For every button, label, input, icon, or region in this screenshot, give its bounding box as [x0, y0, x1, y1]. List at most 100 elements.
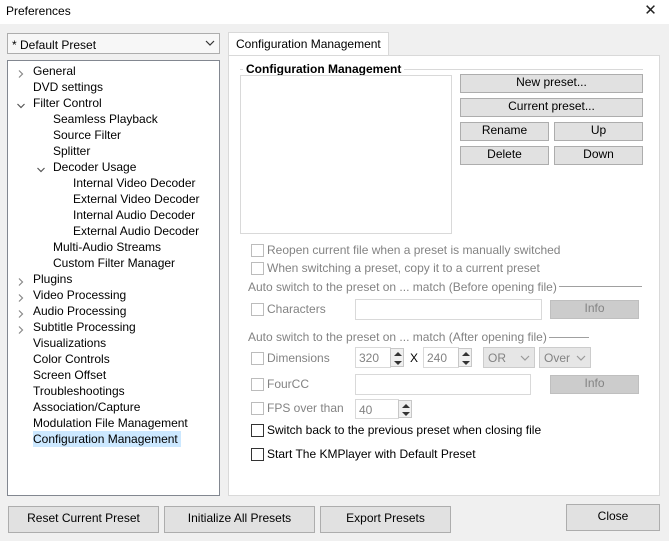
preset-list[interactable]	[240, 75, 452, 234]
tree-item[interactable]: Configuration Management	[33, 431, 181, 447]
fourcc-info-button[interactable]: Info	[550, 375, 639, 394]
initialize-button-label: Initialize All Presets	[187, 511, 292, 525]
close-button[interactable]: Close	[566, 504, 660, 531]
tree-item[interactable]: Modulation File Management	[33, 415, 188, 431]
tree-item[interactable]: Screen Offset	[33, 367, 106, 383]
tree-item[interactable]: Source Filter	[53, 127, 121, 143]
chevron-right-icon[interactable]	[17, 291, 25, 302]
height-value: 240	[427, 351, 448, 365]
dimensions-checkbox[interactable]	[251, 352, 264, 365]
preset-select[interactable]: * Default Preset	[7, 33, 220, 54]
after-section-title: Auto switch to the preset on ... match (…	[248, 330, 549, 344]
tree-item[interactable]: General	[33, 63, 76, 79]
tree-item[interactable]: Association/Capture	[33, 399, 140, 415]
tree-item[interactable]: Internal Video Decoder	[73, 175, 196, 191]
tree-item[interactable]: Subtitle Processing	[33, 319, 136, 335]
tab-configuration-management[interactable]: Configuration Management	[228, 32, 389, 56]
switch-back-label: Switch back to the previous preset when …	[267, 423, 542, 437]
up-button[interactable]: Up	[554, 122, 643, 141]
start-default-label: Start The KMPlayer with Default Preset	[267, 447, 476, 461]
tree-item[interactable]: Color Controls	[33, 351, 110, 367]
tree-item[interactable]: Splitter	[53, 143, 90, 159]
tree-item[interactable]: External Audio Decoder	[73, 223, 199, 239]
tree-item[interactable]: Filter Control	[33, 95, 102, 111]
export-presets-button[interactable]: Export Presets	[320, 506, 451, 533]
chevron-right-icon[interactable]	[17, 67, 25, 78]
delete-button[interactable]: Delete	[460, 146, 549, 165]
fourcc-checkbox[interactable]	[251, 378, 264, 391]
width-spinner[interactable]	[390, 348, 404, 367]
tree-item[interactable]: Internal Audio Decoder	[73, 207, 195, 223]
reopen-checkbox[interactable]	[251, 244, 264, 257]
group-title: Configuration Management	[243, 62, 405, 76]
tree-item[interactable]: Plugins	[33, 271, 72, 287]
chevron-right-icon[interactable]	[17, 307, 25, 318]
spin-down-icon	[394, 361, 402, 365]
down-button[interactable]: Down	[554, 146, 643, 165]
initialize-all-presets-button[interactable]: Initialize All Presets	[164, 506, 315, 533]
dimensions-label: Dimensions	[267, 351, 330, 365]
tree-item[interactable]: Multi-Audio Streams	[53, 239, 161, 255]
switch-back-checkbox[interactable]	[251, 424, 264, 437]
fps-label: FPS over than	[267, 401, 344, 415]
logic-select-value: OR	[488, 351, 506, 365]
current-preset-button[interactable]: Current preset...	[460, 98, 643, 117]
characters-checkbox[interactable]	[251, 303, 264, 316]
close-icon[interactable]: ✕	[632, 0, 669, 24]
spin-up-icon	[462, 352, 470, 356]
width-input[interactable]: 320	[355, 347, 391, 368]
copy-label: When switching a preset, copy it to a cu…	[267, 261, 540, 275]
spin-down-icon	[462, 361, 470, 365]
characters-info-button[interactable]: Info	[550, 300, 639, 319]
window-title: Preferences	[6, 4, 71, 18]
fourcc-label: FourCC	[267, 377, 310, 391]
compare-select-value: Over	[544, 351, 571, 365]
fps-spinner[interactable]	[398, 400, 412, 418]
tab-label: Configuration Management	[236, 37, 381, 51]
width-value: 320	[359, 351, 380, 365]
export-button-label: Export Presets	[346, 511, 425, 525]
tree-item[interactable]: Seamless Playback	[53, 111, 158, 127]
reset-current-preset-button[interactable]: Reset Current Preset	[8, 506, 159, 533]
chevron-right-icon[interactable]	[17, 275, 25, 286]
tree-item[interactable]: Custom Filter Manager	[53, 255, 175, 271]
settings-tree[interactable]: General DVD settings Filter Control Seamles…	[7, 60, 220, 496]
tree-item[interactable]: Video Processing	[33, 287, 126, 303]
tree-item[interactable]: DVD settings	[33, 79, 103, 95]
chevron-down-icon	[576, 352, 586, 366]
new-preset-button[interactable]: New preset...	[460, 74, 643, 93]
chevron-down-icon[interactable]	[37, 163, 45, 173]
spin-down-icon	[402, 412, 410, 416]
tree-item[interactable]: Decoder Usage	[53, 159, 136, 175]
close-button-label: Close	[597, 509, 629, 523]
start-default-checkbox[interactable]	[251, 448, 264, 461]
compare-select[interactable]: Over	[539, 347, 591, 368]
chevron-down-icon	[520, 352, 530, 366]
preset-select-value: * Default Preset	[12, 38, 97, 52]
dimension-x-label: X	[410, 351, 419, 365]
logic-select[interactable]: OR	[483, 347, 535, 368]
chevron-down-icon[interactable]	[17, 99, 25, 109]
copy-checkbox[interactable]	[251, 262, 264, 275]
height-spinner[interactable]	[458, 348, 472, 367]
title-bar: Preferences ✕	[0, 0, 669, 24]
spin-up-icon	[402, 404, 410, 408]
spin-up-icon	[394, 352, 402, 356]
tree-item[interactable]: Audio Processing	[33, 303, 126, 319]
chevron-right-icon[interactable]	[17, 323, 25, 334]
tree-item[interactable]: Visualizations	[33, 335, 106, 351]
before-section-title: Auto switch to the preset on ... match (…	[248, 280, 559, 294]
rename-button[interactable]: Rename	[460, 122, 549, 141]
fps-value: 40	[359, 403, 373, 417]
reopen-label: Reopen current file when a preset is man…	[267, 243, 561, 257]
tree-item[interactable]: Troubleshootings	[33, 383, 125, 399]
characters-label: Characters	[267, 302, 326, 316]
fourcc-input[interactable]	[355, 374, 531, 395]
chevron-down-icon	[205, 37, 215, 49]
height-input[interactable]: 240	[423, 347, 459, 368]
tree-item[interactable]: External Video Decoder	[73, 191, 200, 207]
fps-checkbox[interactable]	[251, 402, 264, 415]
reset-button-label: Reset Current Preset	[27, 511, 140, 525]
fps-input[interactable]: 40	[355, 399, 399, 419]
characters-input[interactable]	[355, 299, 542, 320]
